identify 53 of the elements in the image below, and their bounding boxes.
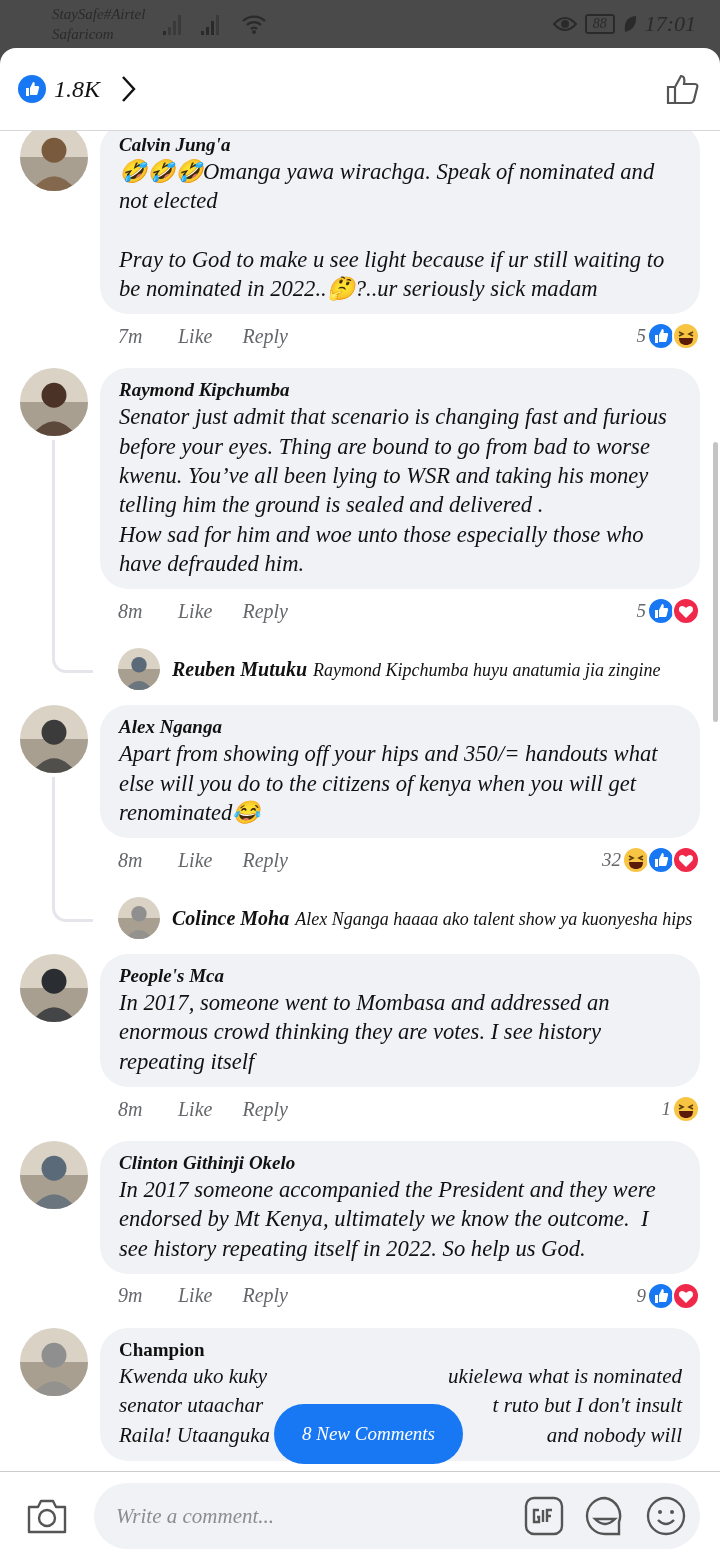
comment-time: 9m xyxy=(118,1284,144,1308)
commenter-name[interactable]: Alex Nganga xyxy=(119,716,222,739)
chevron-right-icon[interactable] xyxy=(120,75,136,103)
like-link[interactable]: Like xyxy=(178,848,213,872)
reply-link[interactable]: Reply xyxy=(242,325,288,348)
scrollbar[interactable] xyxy=(713,442,718,722)
comment-field[interactable]: Write a comment... xyxy=(94,1483,700,1549)
comment-time: 8m xyxy=(118,848,144,872)
emoji-icon[interactable] xyxy=(646,1496,686,1536)
comment-text: ukielewa what is nominated xyxy=(448,1362,682,1390)
reply-link[interactable]: Reply xyxy=(242,848,288,872)
reaction-count[interactable]: 9 xyxy=(636,1284,646,1307)
commenter-name[interactable]: Raymond Kipchumba xyxy=(119,379,290,402)
gif-icon[interactable] xyxy=(524,1496,564,1536)
commenter-name[interactable]: Champion xyxy=(119,1338,205,1361)
commenter-name[interactable]: Clinton Githinji Okelo xyxy=(119,1152,296,1175)
reaction-count[interactable]: 32 xyxy=(602,849,621,872)
wifi-icon xyxy=(241,13,268,35)
reaction-count[interactable]: 1.8K xyxy=(54,75,100,103)
eye-icon xyxy=(552,15,577,33)
comment-time: 8m xyxy=(118,599,144,623)
commenter-name[interactable]: Calvin Jung'a xyxy=(119,134,231,156)
comment-time: 7m xyxy=(118,325,144,348)
reply-link[interactable]: Reply xyxy=(242,1284,288,1308)
comment-text: In 2017, someone went to Mombasa and addressed an enormous crowd thinking they are votes. I see history repeating itself xyxy=(119,989,611,1076)
comment-text: t ruto but I don't insult xyxy=(492,1392,682,1420)
comment-text: Kwenda uko kuky xyxy=(119,1362,268,1390)
like-link[interactable]: Like xyxy=(178,325,213,348)
reply-link[interactable]: Reply xyxy=(242,1097,288,1121)
reply-link[interactable]: Reply xyxy=(242,599,288,623)
comment-text: Senator just admit that scenario is changing fast and furious before your eyes. Thing are bound to go from bad to worse kwenu. You’ve all been lying to WSR and taking his money telling him the ground is sealed and delivered . How sad for him and woe unto those especially those who have defrauded him. xyxy=(119,403,668,578)
comment-text: Raila! Utaanguka xyxy=(119,1421,271,1449)
new-comments-button[interactable]: 8 New Comments xyxy=(274,1404,463,1464)
thumbs-up-icon[interactable] xyxy=(666,73,700,105)
leaf-icon xyxy=(622,15,637,33)
like-link[interactable]: Like xyxy=(178,1097,213,1121)
like-link[interactable]: Like xyxy=(178,599,213,623)
reply-text: Colince Moha Alex Nganga haaaa ako talent show ya kuonyesha hips xyxy=(172,906,693,930)
camera-icon[interactable] xyxy=(26,1498,68,1534)
reply-text: Reuben Mutuku Raymond Kipchumba huyu anatumia jia zingine xyxy=(172,657,661,681)
reaction-count[interactable]: 1 xyxy=(661,1098,671,1121)
like-icon xyxy=(18,75,46,103)
comment-text: senator utaachar xyxy=(119,1392,264,1420)
comment-text: Apart from showing off your hips and 350/= handouts what else will you do to the citizens of kenya when you will get renominated😂 xyxy=(119,740,659,827)
comment-text: In 2017 someone accompanied the President and they were endorsed by Mt Kenya, ultimately we know the outcome. I see history repeating itself in 2022. So help us God. xyxy=(119,1176,657,1263)
commenter-name[interactable]: People's Mca xyxy=(119,965,224,988)
reaction-count[interactable]: 5 xyxy=(636,600,646,623)
comment-time: 8m xyxy=(118,1097,144,1121)
comment-text: and nobody will xyxy=(546,1421,682,1449)
reaction-count[interactable]: 5 xyxy=(636,325,646,348)
like-link[interactable]: Like xyxy=(178,1284,213,1308)
comment-text: 🤣🤣🤣Omanga yawa wirachga. Speak of nominated and not elected Pray to God to make u see light because if ur still waiting to be nominated in 2022..🤔?..ur seriously sick madam xyxy=(119,158,666,304)
comment-input[interactable]: Write a comment... xyxy=(114,1502,504,1530)
